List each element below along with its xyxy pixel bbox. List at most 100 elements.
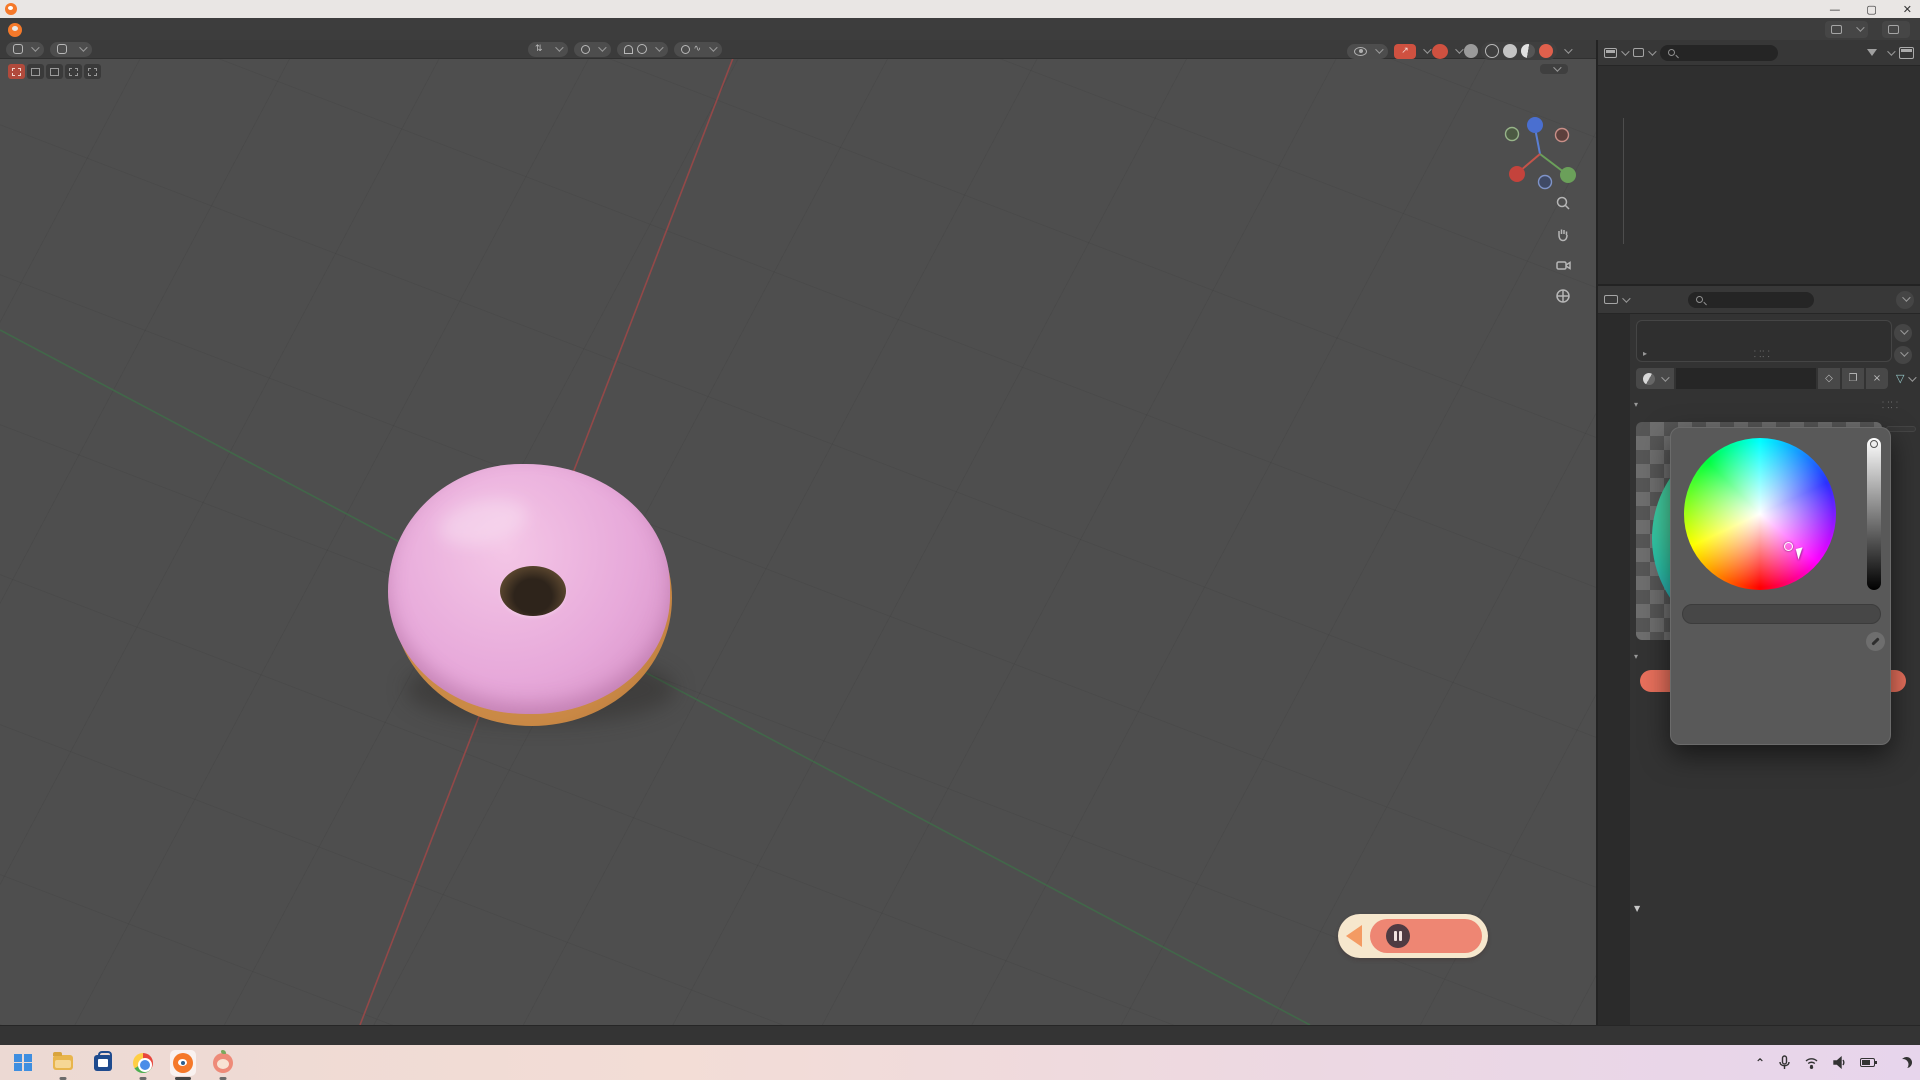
unlink-material-button[interactable]: × xyxy=(1866,368,1888,389)
folder-icon xyxy=(53,1055,73,1070)
gizmo-x-axis[interactable] xyxy=(1509,166,1525,182)
outliner-editor xyxy=(1598,40,1920,284)
viewport-nav-buttons xyxy=(1552,192,1574,307)
hsv-color-wheel[interactable] xyxy=(1684,438,1836,590)
preview-shape-strip xyxy=(1886,426,1916,432)
speaker-icon[interactable] xyxy=(1832,1056,1847,1069)
view-layer-selector[interactable] xyxy=(1882,21,1910,38)
outliner-search-input[interactable] xyxy=(1660,45,1778,61)
microphone-icon[interactable] xyxy=(1778,1055,1791,1070)
pause-button[interactable] xyxy=(1386,924,1410,948)
donut-model[interactable] xyxy=(388,464,680,734)
select-mode-extend[interactable] xyxy=(27,64,44,79)
timer-back-arrow-icon[interactable] xyxy=(1346,925,1362,947)
select-mode-intersect[interactable] xyxy=(84,64,101,79)
viewport-header: ⇅ ∿ ↗ xyxy=(0,40,1596,59)
outliner-editor-type-button[interactable] xyxy=(1604,48,1627,58)
search-icon xyxy=(1696,296,1703,303)
do-not-disturb-moon-icon[interactable] xyxy=(1901,1057,1912,1068)
battery-icon[interactable] xyxy=(1860,1058,1875,1067)
navigation-gizmo[interactable] xyxy=(1496,112,1582,198)
material-name-field[interactable] xyxy=(1676,368,1816,389)
filter-icon[interactable] xyxy=(1867,49,1877,56)
xray-toggle-button[interactable] xyxy=(1432,44,1448,59)
3d-viewport[interactable]: ⇅ ∿ ↗ xyxy=(0,40,1596,1025)
maximize-button[interactable]: ▢ xyxy=(1866,3,1876,16)
remove-material-slot-button[interactable] xyxy=(1894,346,1912,364)
preview-section-header[interactable]: ▾ ⸬⸬ xyxy=(1634,400,1644,409)
blender-icon xyxy=(173,1053,193,1073)
value-slider[interactable] xyxy=(1867,438,1881,590)
status-bar xyxy=(0,1025,1920,1045)
pan-hand-icon[interactable] xyxy=(1552,223,1574,245)
surface-section-header[interactable]: ▾ xyxy=(1634,652,1644,661)
camera-view-icon[interactable] xyxy=(1552,254,1574,276)
gizmo-z-axis[interactable] xyxy=(1527,117,1543,133)
editor-type-button[interactable] xyxy=(6,42,44,57)
start-button[interactable] xyxy=(10,1050,36,1076)
mode-dropdown[interactable] xyxy=(50,42,92,57)
solid-shading-icon[interactable] xyxy=(1503,44,1517,58)
blender-menu-logo-icon[interactable] xyxy=(8,23,22,37)
color-picker-popup xyxy=(1670,427,1891,745)
taskbar-file-explorer[interactable] xyxy=(50,1050,76,1076)
proportional-editing-dropdown[interactable]: ∿ xyxy=(674,42,723,57)
gizmo-y-axis[interactable] xyxy=(1560,167,1576,183)
material-browse-button[interactable] xyxy=(1636,368,1674,389)
search-icon xyxy=(1668,49,1675,56)
select-mode-new[interactable] xyxy=(8,64,25,79)
mesh-data-dropdown[interactable]: ▽ xyxy=(1896,372,1914,385)
duplicate-material-button[interactable]: ❐ xyxy=(1842,368,1864,389)
properties-header xyxy=(1598,286,1920,314)
value-slider-handle[interactable] xyxy=(1870,440,1878,448)
close-button[interactable]: ✕ xyxy=(1903,3,1912,16)
snap-toggle-button[interactable]: ↗ xyxy=(1394,44,1416,59)
taskbar-blender[interactable] xyxy=(170,1050,196,1076)
wireframe-shading-icon[interactable] xyxy=(1485,44,1499,58)
eyedropper-button[interactable] xyxy=(1866,632,1885,651)
taskbar-tomato-timer[interactable] xyxy=(210,1050,236,1076)
material-slot-list[interactable]: ▸ ⸬⸬ xyxy=(1636,320,1892,362)
ortho-toggle-icon[interactable] xyxy=(1552,285,1574,307)
chevron-down-icon xyxy=(1856,23,1864,31)
add-material-slot-button[interactable] xyxy=(1894,324,1912,342)
blender-topbar xyxy=(0,18,1920,40)
material-preview-shading-icon[interactable] xyxy=(1521,44,1535,58)
window-titlebar: — ▢ ✕ xyxy=(0,0,1920,18)
outliner-display-mode-button[interactable] xyxy=(1633,48,1654,57)
color-wheel-cursor[interactable] xyxy=(1784,542,1793,551)
rendered-shading-icon[interactable] xyxy=(1539,44,1553,58)
zoom-icon[interactable] xyxy=(1552,192,1574,214)
study-buddies-illustration xyxy=(1224,618,1572,908)
blender-app-icon xyxy=(5,3,17,15)
overlay-sphere-button[interactable] xyxy=(1464,44,1478,58)
new-collection-button[interactable] xyxy=(1899,47,1914,59)
tray-expand-chevron[interactable]: ⌃ xyxy=(1755,1056,1765,1070)
properties-options-button[interactable] xyxy=(1896,291,1914,309)
right-panel: ▸ ⸬⸬ ◇ ❐ × ▽ ▾ ⸬⸬ ▾ xyxy=(1596,40,1920,1025)
properties-search-input[interactable] xyxy=(1688,292,1814,308)
select-mode-subtract[interactable] xyxy=(46,64,63,79)
fake-user-shield-button[interactable]: ◇ xyxy=(1818,368,1840,389)
select-mode-invert[interactable] xyxy=(65,64,82,79)
view-layer-icon xyxy=(1888,25,1899,34)
orientation-dropdown[interactable]: ⇅ xyxy=(528,42,568,57)
scene-selector[interactable] xyxy=(1825,21,1868,38)
taskbar-microsoft-store[interactable] xyxy=(90,1050,116,1076)
wifi-icon[interactable] xyxy=(1804,1056,1819,1069)
snap-dropdown[interactable] xyxy=(617,42,668,57)
system-tray: ⌃ xyxy=(1755,1045,1912,1080)
donut-hole xyxy=(500,566,566,616)
windows-taskbar: ⌃ xyxy=(0,1045,1920,1080)
tomato-timer-icon xyxy=(213,1053,233,1073)
taskbar-chrome[interactable] xyxy=(130,1050,156,1076)
options-dropdown[interactable] xyxy=(1540,64,1568,74)
subsurface-section-header[interactable]: ▼ xyxy=(1634,904,1646,913)
show-gizmo-dropdown[interactable] xyxy=(1347,44,1388,59)
minimize-button[interactable]: — xyxy=(1829,3,1840,16)
material-datablock-row: ◇ ❐ × ▽ xyxy=(1636,368,1914,389)
pivot-point-dropdown[interactable] xyxy=(574,42,611,57)
object-mode-icon xyxy=(57,44,67,54)
properties-filter-button[interactable] xyxy=(1604,295,1628,304)
windows-logo-icon xyxy=(14,1054,32,1072)
